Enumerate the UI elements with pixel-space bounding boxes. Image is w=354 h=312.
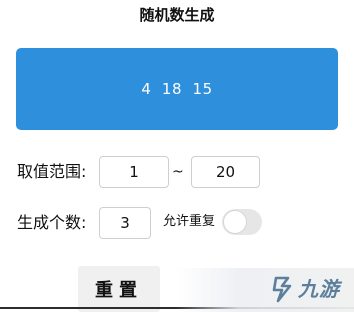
random-number-generator-screen: 随机数生成 4 18 15 取值范围: 1 ~ 20 生成个数: 3 允许重复 … [0,0,354,312]
count-label: 生成个数: [17,213,87,232]
result-panel: 4 18 15 [16,48,338,130]
page-title: 随机数生成 [139,6,215,24]
toggle-thumb [223,210,247,234]
count-input[interactable]: 3 [99,207,151,239]
range-min-input[interactable]: 1 [99,156,169,188]
range-max-input[interactable]: 20 [191,156,260,188]
generated-numbers: 4 18 15 [141,80,213,98]
allow-repeat-toggle[interactable] [222,209,262,235]
range-separator: ~ [172,164,184,180]
watermark-text: 九游 [298,277,340,301]
reset-button[interactable]: 重置 [78,266,160,312]
allow-repeat-label: 允许重复 [163,214,216,229]
jiuyou-logo-icon [272,276,292,303]
range-label: 取值范围: [17,162,87,181]
